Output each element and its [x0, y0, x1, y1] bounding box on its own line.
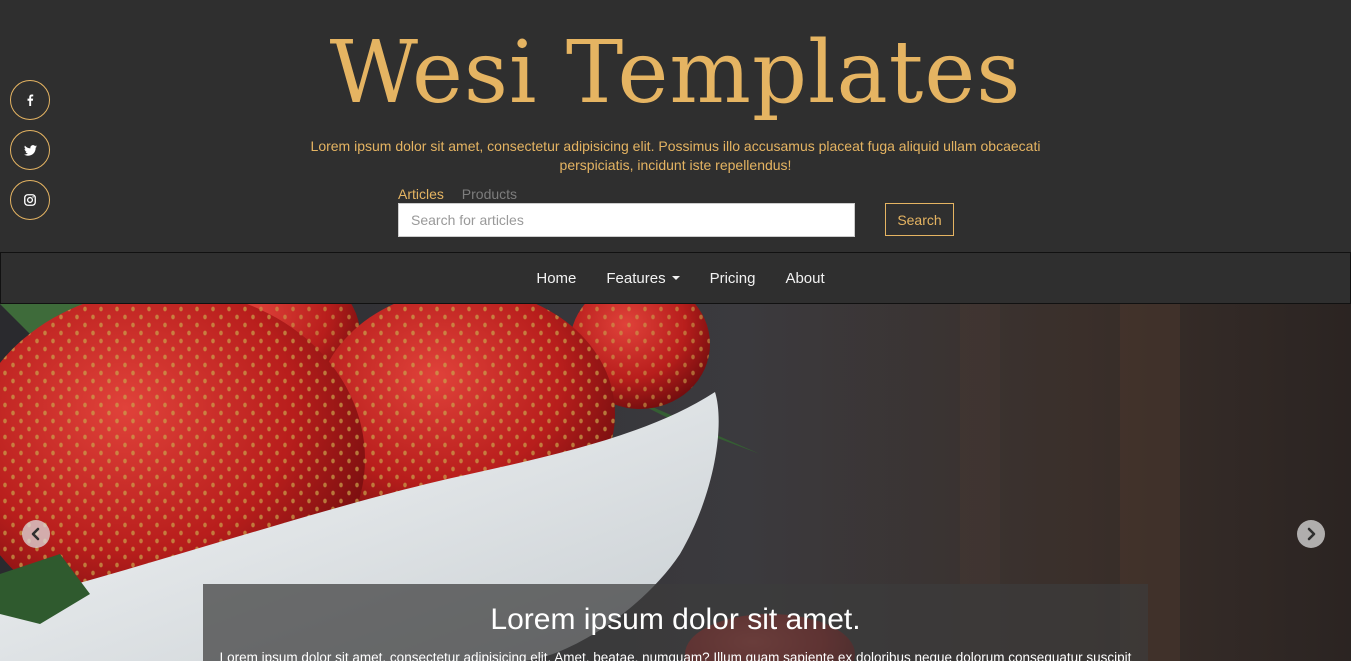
caption-text: Lorem ipsum dolor sit amet, consectetur …: [219, 650, 1132, 661]
search-input[interactable]: [398, 203, 855, 237]
nav-item-about[interactable]: About: [770, 270, 839, 287]
nav-item-label: Features: [606, 269, 666, 287]
carousel-caption: Lorem ipsum dolor sit amet. Lorem ipsum …: [203, 584, 1148, 661]
instagram-button[interactable]: [10, 180, 50, 220]
nav-item-label: About: [785, 269, 825, 287]
hero-carousel: Lorem ipsum dolor sit amet. Lorem ipsum …: [0, 304, 1351, 661]
facebook-button[interactable]: [10, 80, 50, 120]
search-tabs: Articles Products: [398, 185, 531, 203]
site-header: Wesi Templates Lorem ipsum dolor sit ame…: [0, 0, 1351, 252]
twitter-icon: [23, 144, 37, 156]
main-navbar: Home Features Pricing About: [0, 252, 1351, 304]
caption-title: Lorem ipsum dolor sit amet.: [490, 603, 861, 636]
nav-item-label: Pricing: [709, 269, 756, 287]
nav-item-pricing[interactable]: Pricing: [695, 270, 771, 287]
caret-down-icon: [671, 276, 680, 280]
carousel-next-button[interactable]: [1297, 520, 1325, 548]
nav-item-home[interactable]: Home: [521, 270, 591, 287]
twitter-button[interactable]: [10, 130, 50, 170]
nav-item-label: Home: [536, 269, 577, 287]
social-links: [10, 80, 50, 230]
tab-articles[interactable]: Articles: [398, 186, 444, 202]
nav-item-features[interactable]: Features: [591, 270, 694, 287]
instagram-icon: [24, 194, 36, 206]
facebook-icon: [27, 94, 34, 106]
tab-products[interactable]: Products: [462, 186, 517, 202]
chevron-left-icon: [31, 527, 40, 541]
site-tagline: Lorem ipsum dolor sit amet, consectetur …: [310, 138, 1041, 173]
site-title: Wesi Templates: [329, 23, 1022, 123]
chevron-right-icon: [1307, 527, 1316, 541]
nav-list: Home Features Pricing About: [1, 253, 1351, 303]
search-button[interactable]: Search: [885, 203, 954, 236]
carousel-prev-button[interactable]: [22, 520, 50, 548]
